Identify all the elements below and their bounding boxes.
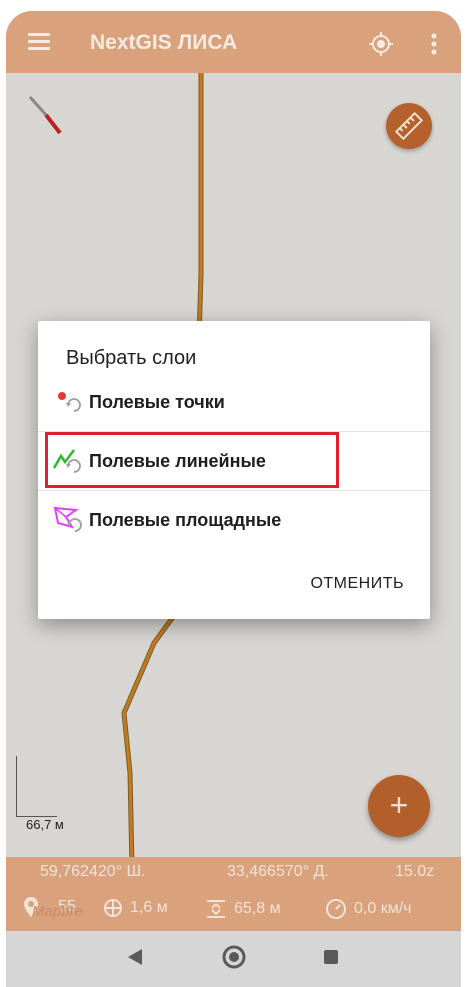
- accuracy-icon: [104, 899, 122, 917]
- zoom-value: 15.0z: [395, 863, 435, 880]
- layer-item-points[interactable]: Полевые точки: [38, 373, 430, 431]
- layer-item-polygons[interactable]: Полевые площадные: [38, 491, 430, 549]
- menu-icon[interactable]: [28, 33, 50, 54]
- map-attribution: Mapbre: [32, 903, 83, 920]
- layer-item-label: Полевые площадные: [89, 509, 282, 530]
- back-icon[interactable]: [128, 949, 142, 965]
- compass-icon[interactable]: [26, 93, 66, 144]
- home-icon[interactable]: [222, 945, 246, 969]
- altitude-value: 65,8 м: [234, 900, 281, 917]
- app-bar: NextGIS ЛИСА: [6, 11, 461, 73]
- gps-locate-icon[interactable]: [368, 31, 394, 57]
- scale-bar: 66,7 м: [16, 756, 76, 832]
- measure-button[interactable]: [386, 103, 432, 149]
- recents-icon[interactable]: [324, 950, 338, 964]
- system-navigation-bar: [6, 931, 461, 987]
- speed-value: 0,0 км/ч: [354, 900, 412, 917]
- more-options-icon[interactable]: [430, 32, 438, 56]
- scale-label: 66,7 м: [26, 817, 64, 832]
- add-button[interactable]: +: [368, 775, 430, 837]
- app-title: NextGIS ЛИСА: [90, 31, 238, 54]
- layer-item-label: Полевые точки: [89, 391, 225, 412]
- longitude-value: 33,466570° Д.: [227, 863, 329, 880]
- accuracy-value: 1,6 м: [130, 899, 168, 916]
- select-layer-dialog: Выбрать слои Полевые точки Полевые линей…: [38, 321, 430, 619]
- altitude-icon: [207, 900, 225, 918]
- latitude-value: 59,762420° Ш.: [40, 863, 146, 880]
- speed-icon: [326, 899, 346, 919]
- cancel-button[interactable]: ОТМЕНИТЬ: [310, 575, 404, 593]
- polygon-layer-icon: [53, 506, 82, 532]
- ruler-icon: [394, 111, 424, 141]
- dialog-title: Выбрать слои: [66, 347, 197, 369]
- point-layer-icon: [58, 392, 81, 412]
- highlight-box: [45, 432, 339, 488]
